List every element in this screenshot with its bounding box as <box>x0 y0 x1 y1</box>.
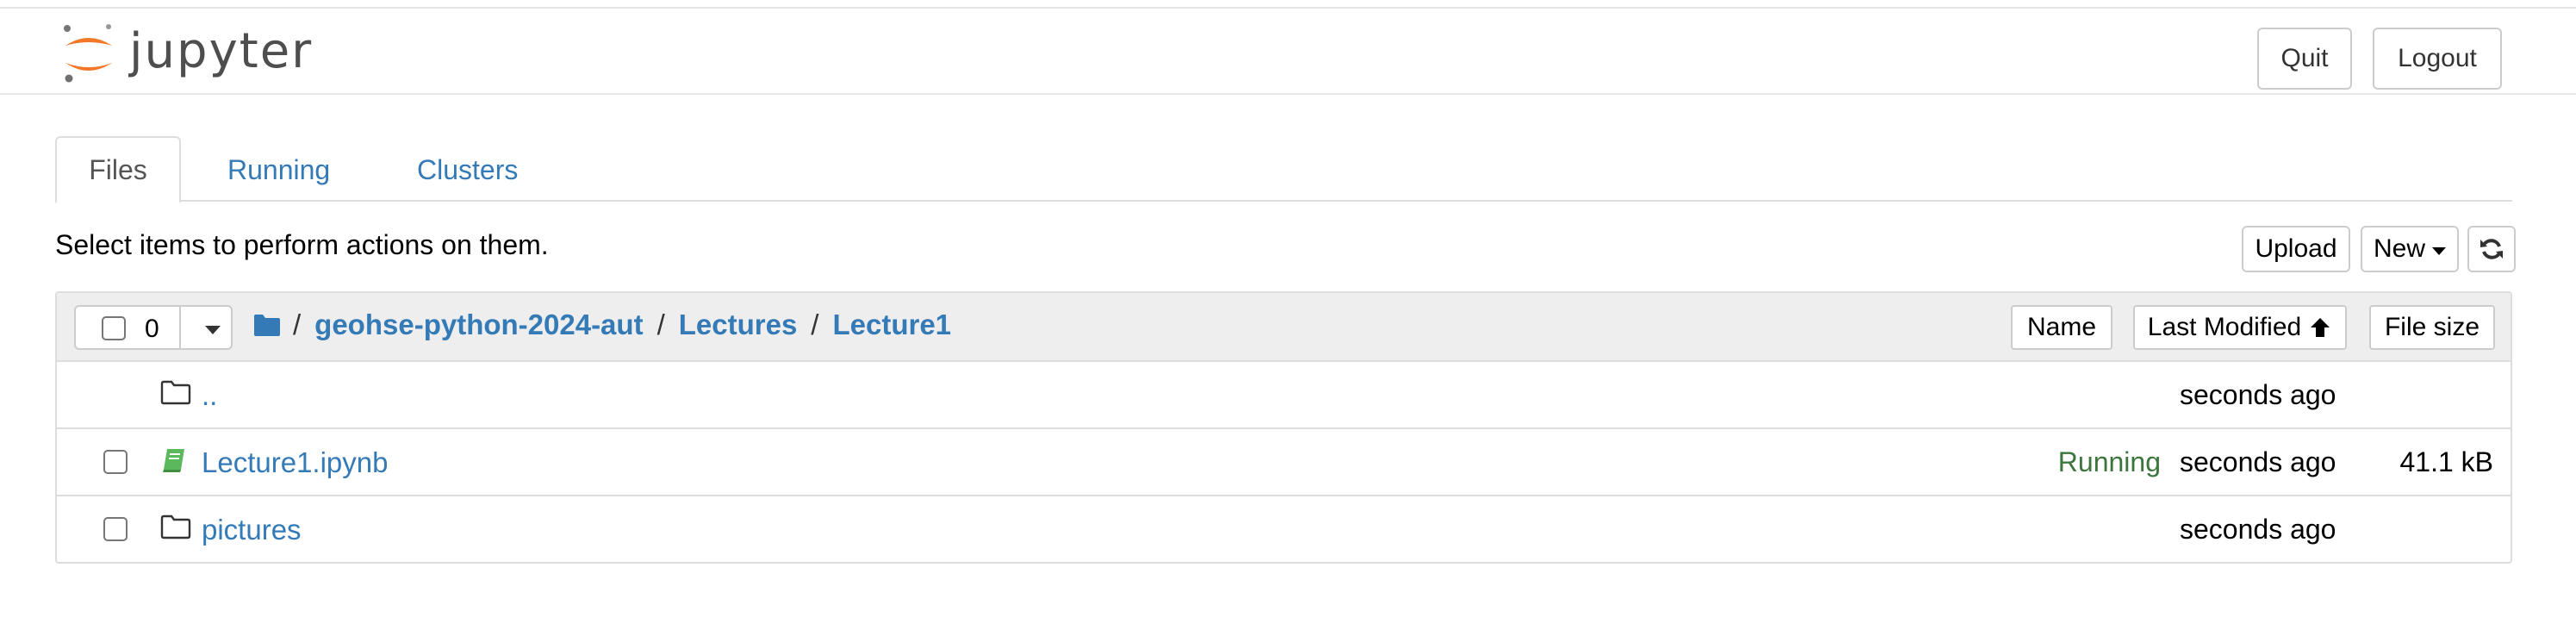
item-name-link[interactable]: pictures <box>202 514 302 546</box>
refresh-icon <box>2480 239 2503 259</box>
new-dropdown-button[interactable]: New <box>2361 226 2459 272</box>
breadcrumb-item-lectures[interactable]: Lectures <box>679 309 798 341</box>
item-name-link[interactable]: .. <box>202 379 217 412</box>
breadcrumb-separator: / <box>656 309 665 340</box>
logo-text: jupyter <box>129 22 314 79</box>
breadcrumb: / geohse-python-2024-aut / Lectures / Le… <box>253 309 951 341</box>
item-name-link[interactable]: Lecture1.ipynb <box>202 446 388 479</box>
item-checkbox[interactable] <box>103 517 128 541</box>
file-list-header: 0 / geohse-python-2024-aut / Lectures / … <box>57 293 2511 362</box>
tab-running[interactable]: Running <box>188 136 386 203</box>
breadcrumb-item-root[interactable]: geohse-python-2024-aut <box>314 309 643 341</box>
select-divider <box>179 307 181 348</box>
logout-button[interactable]: Logout <box>2373 28 2502 90</box>
sort-by-size-button[interactable]: File size <box>2369 305 2495 350</box>
arrow-up-icon <box>2311 318 2330 337</box>
selected-count: 0 <box>145 315 159 343</box>
file-list: 0 / geohse-python-2024-aut / Lectures / … <box>55 291 2512 564</box>
select-all-group[interactable]: 0 <box>74 305 233 350</box>
select-all-checkbox[interactable] <box>102 316 126 340</box>
tab-files[interactable]: Files <box>55 136 181 203</box>
chevron-down-icon[interactable] <box>205 326 221 334</box>
item-modified: seconds ago <box>2180 379 2336 410</box>
top-border <box>0 0 2576 9</box>
item-modified: seconds ago <box>2180 446 2336 477</box>
quit-button[interactable]: Quit <box>2257 28 2352 90</box>
list-item[interactable]: Lecture1.ipynb Running seconds ago 41.1 … <box>57 429 2511 496</box>
tab-clusters[interactable]: Clusters <box>377 136 567 203</box>
upload-button[interactable]: Upload <box>2242 226 2350 272</box>
breadcrumb-item-lecture1[interactable]: Lecture1 <box>832 309 951 341</box>
jupyter-logo[interactable]: jupyter <box>60 19 313 88</box>
folder-outline-icon <box>160 380 191 405</box>
tab-bar: Files Running Clusters <box>55 136 2512 203</box>
list-item[interactable]: pictures seconds ago <box>57 496 2511 564</box>
breadcrumb-separator: / <box>293 309 302 340</box>
breadcrumb-separator: / <box>811 309 819 340</box>
upload-label: Upload <box>2255 234 2337 263</box>
running-indicator: Running <box>2057 446 2161 477</box>
list-item[interactable]: .. seconds ago <box>57 362 2511 429</box>
sort-modified-label: Last Modified <box>2147 313 2302 341</box>
caret-down-icon <box>2432 246 2446 255</box>
header-bar: jupyter Quit Logout <box>0 9 2576 95</box>
sort-by-modified-button[interactable]: Last Modified <box>2133 305 2347 350</box>
folder-outline-icon <box>160 514 191 539</box>
new-label: New <box>2373 234 2425 263</box>
sort-by-name-button[interactable]: Name <box>2011 305 2112 350</box>
jupyter-logo-icon <box>64 24 112 83</box>
refresh-button[interactable] <box>2467 226 2516 272</box>
instructions-text: Select items to perform actions on them. <box>55 229 549 260</box>
notebook-icon <box>163 449 184 472</box>
item-checkbox[interactable] <box>103 450 128 474</box>
item-modified: seconds ago <box>2180 514 2336 545</box>
item-size: 41.1 kB <box>2399 446 2493 477</box>
folder-solid-icon[interactable] <box>253 313 281 337</box>
